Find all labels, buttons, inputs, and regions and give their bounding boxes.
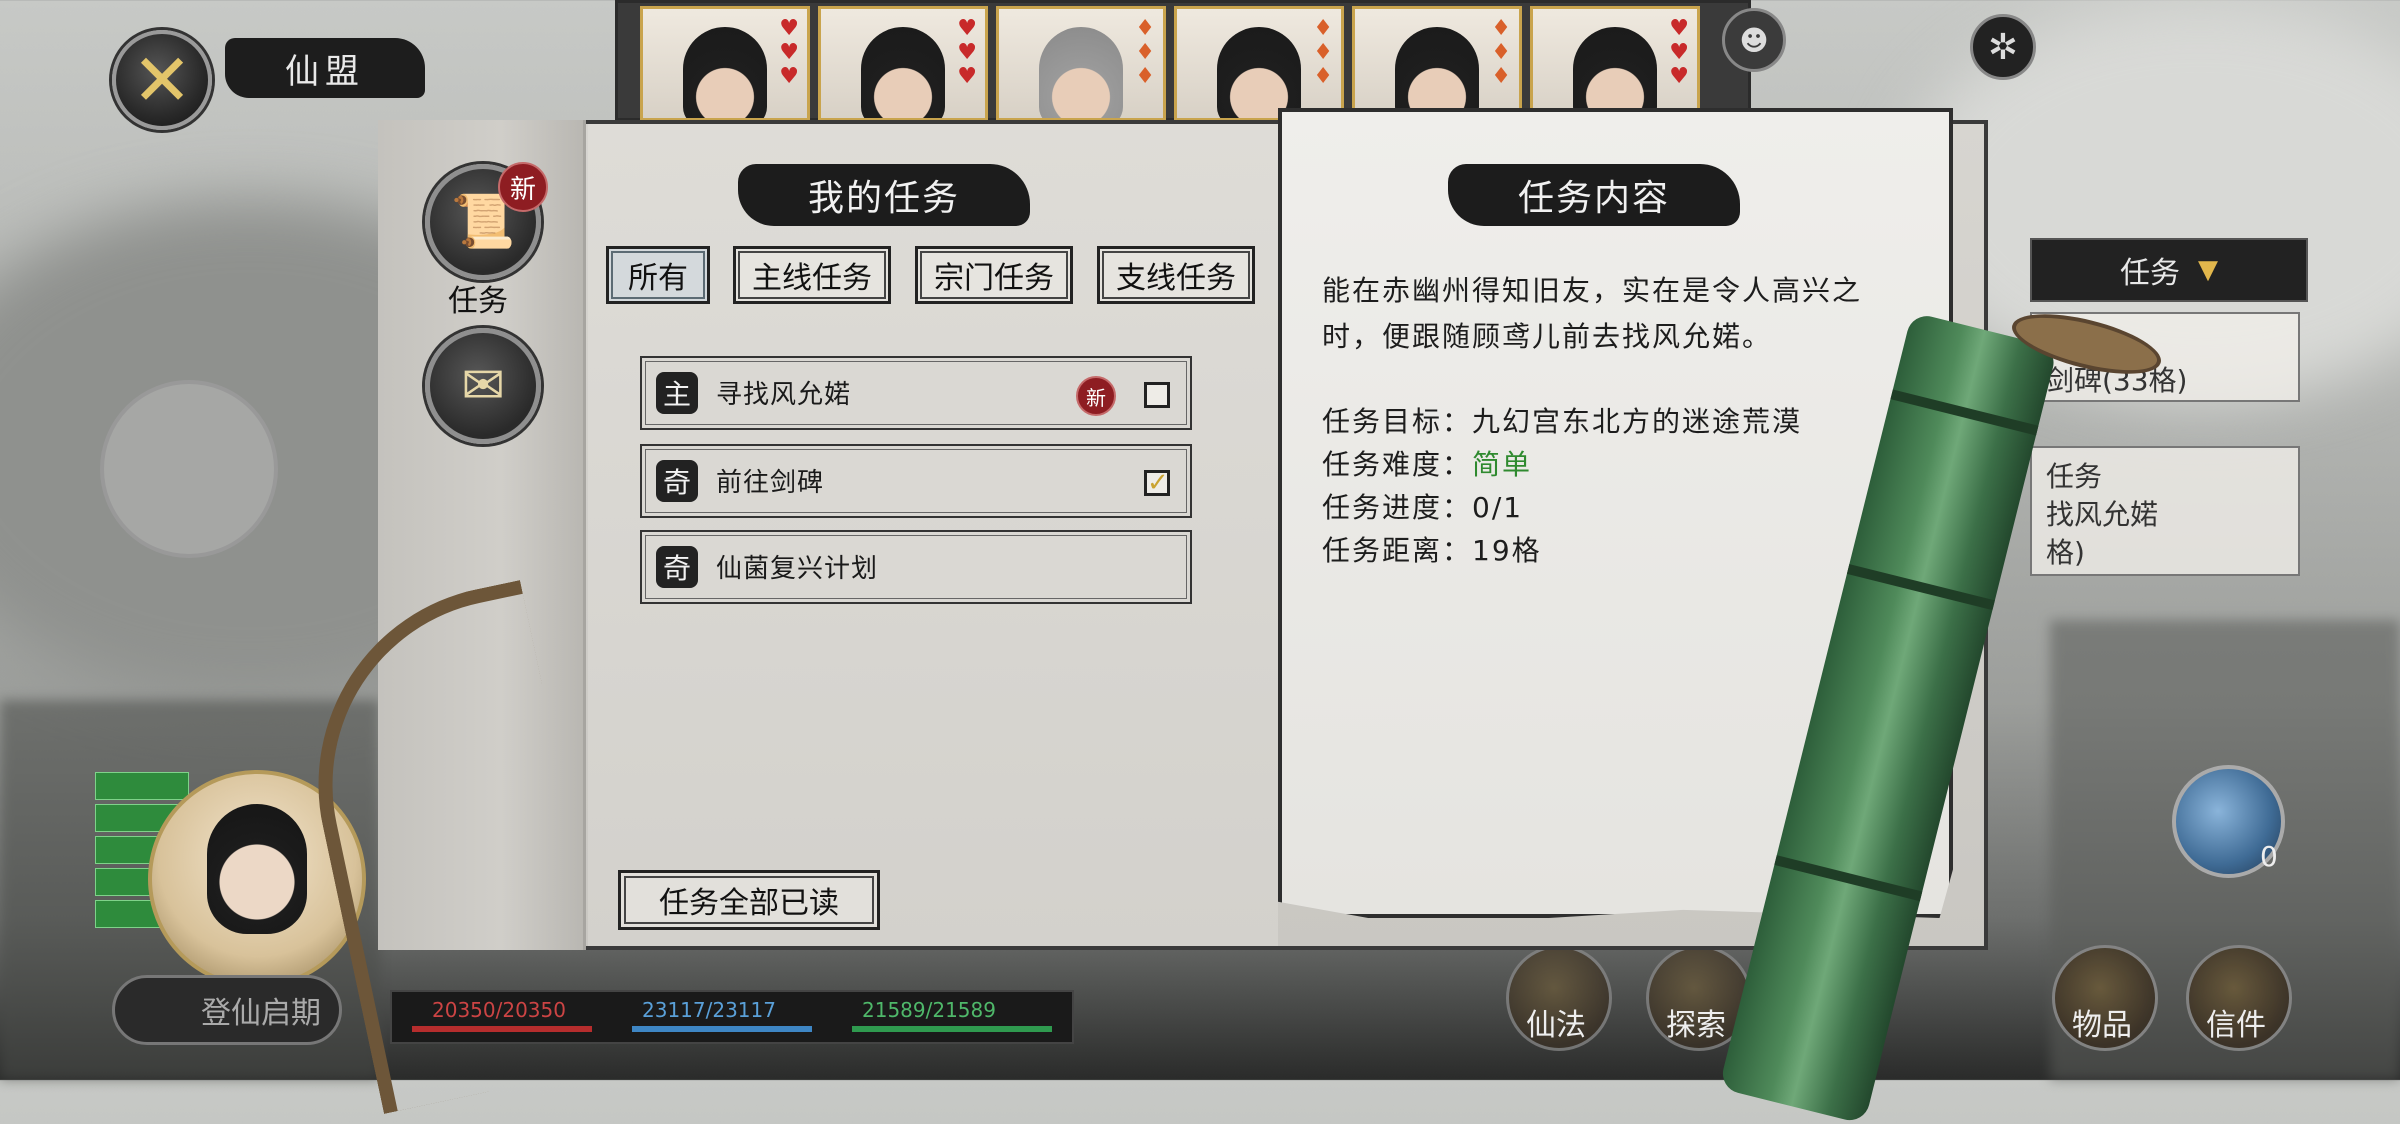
bamboo-node bbox=[1846, 564, 1995, 611]
quest-distance-row: 任务距离：19格 bbox=[1322, 529, 1542, 569]
track-checkbox[interactable]: ✓ bbox=[1144, 470, 1170, 496]
sp-bar bbox=[852, 1026, 1052, 1032]
quest-detail-title: 任务内容 bbox=[1448, 164, 1740, 226]
player-name-label: 登仙启期 bbox=[112, 975, 342, 1045]
quest-name: 寻找风允婼 bbox=[716, 380, 852, 410]
party-member-portrait[interactable]: ♦ ♦ ♦ bbox=[1352, 6, 1522, 121]
party-member-portrait[interactable]: ♥ ♥ ♥ bbox=[640, 6, 810, 121]
detail-label: 任务距离： bbox=[1322, 534, 1473, 567]
quest-tab-label: 任务 bbox=[448, 284, 508, 319]
quest-name: 前往剑碑 bbox=[716, 468, 825, 498]
chevron-down-icon: ▼ bbox=[2198, 255, 2218, 285]
flame-icon: ♦ ♦ ♦ bbox=[1313, 16, 1333, 89]
filter-tab-main[interactable]: 主线任务 bbox=[733, 246, 891, 304]
yinyang-count: 0 bbox=[2260, 840, 2278, 873]
quest-difficulty-row: 任务难度：简单 bbox=[1322, 443, 1532, 483]
quest-type-icon: 奇 bbox=[656, 460, 698, 502]
filter-tab-sect[interactable]: 宗门任务 bbox=[915, 246, 1073, 304]
heart-icon: ♥ ♥ ♥ bbox=[957, 16, 977, 89]
party-member-portrait[interactable]: ♦ ♦ ♦ bbox=[1174, 6, 1344, 121]
bamboo-node bbox=[1890, 389, 2039, 436]
detail-label: 任务进度： bbox=[1322, 491, 1473, 524]
tracker-line: 任务 bbox=[2046, 460, 2103, 493]
task-tracker-dropdown[interactable]: 任务 ▼ bbox=[2030, 238, 2308, 302]
character-face bbox=[861, 27, 945, 118]
team-icon[interactable]: ☻ bbox=[1722, 8, 1786, 72]
task-tracker-entry[interactable]: 任务 找风允婼 格) bbox=[2030, 446, 2300, 576]
quest-list-title: 我的任务 bbox=[738, 164, 1030, 226]
detail-value: 0/1 bbox=[1472, 491, 1524, 524]
character-face bbox=[1395, 27, 1479, 118]
button-label: 信件 bbox=[2206, 1008, 2266, 1043]
letter-icon: ✉ bbox=[461, 356, 505, 416]
quest-row[interactable]: 奇 前往剑碑 ✓ bbox=[640, 444, 1192, 518]
quest-progress-row: 任务进度：0/1 bbox=[1322, 486, 1523, 526]
button-label: 仙法 bbox=[1526, 1008, 1586, 1043]
quest-name: 仙菌复兴计划 bbox=[716, 554, 879, 584]
close-icon: ✕ bbox=[131, 38, 193, 122]
close-button[interactable]: ✕ bbox=[112, 30, 212, 130]
character-face bbox=[683, 27, 767, 118]
party-member-portrait[interactable]: ♦ ♦ ♦ bbox=[996, 6, 1166, 121]
character-face bbox=[1573, 27, 1657, 118]
detail-value: 九幻宫东北方的迷途荒漠 bbox=[1472, 405, 1803, 438]
minimap-compass[interactable] bbox=[100, 380, 278, 558]
checkmark-icon: ✓ bbox=[1147, 468, 1169, 498]
settings-gear-icon[interactable]: ✲ bbox=[1970, 14, 2036, 80]
quest-row[interactable]: 主 寻找风允婼 新 bbox=[640, 356, 1192, 430]
filter-tab-all[interactable]: 所有 bbox=[606, 246, 710, 304]
new-badge: 新 bbox=[498, 162, 548, 212]
heart-icon: ♥ ♥ ♥ bbox=[1669, 16, 1689, 89]
character-face bbox=[1039, 27, 1123, 118]
heart-icon: ♥ ♥ ♥ bbox=[779, 16, 799, 89]
flame-icon: ♦ ♦ ♦ bbox=[1491, 16, 1511, 89]
character-face bbox=[1217, 27, 1301, 118]
filter-tab-side[interactable]: 支线任务 bbox=[1097, 246, 1255, 304]
bamboo-node bbox=[1774, 855, 1923, 902]
flame-icon: ♦ ♦ ♦ bbox=[1135, 16, 1155, 89]
detail-label: 任务难度： bbox=[1322, 448, 1473, 481]
quest-type-icon: 主 bbox=[656, 372, 698, 414]
sp-text: 21589/21589 bbox=[862, 998, 996, 1022]
buff-tag[interactable] bbox=[95, 772, 189, 800]
quest-row[interactable]: 奇 仙菌复兴计划 bbox=[640, 530, 1192, 604]
track-checkbox[interactable] bbox=[1144, 382, 1170, 408]
party-member-portrait[interactable]: ♥ ♥ ♥ bbox=[818, 6, 988, 121]
new-badge: 新 bbox=[1076, 376, 1116, 416]
task-dropdown-label: 任务 bbox=[2120, 256, 2180, 291]
quest-description: 能在赤幽州得知旧友，实在是令人高兴之时，便跟随顾鸢儿前去找风允婼。 bbox=[1322, 274, 1863, 353]
button-label: 物品 bbox=[2072, 1008, 2132, 1043]
detail-value: 19格 bbox=[1472, 534, 1542, 567]
letter-tab-button[interactable]: ✉ bbox=[425, 328, 541, 444]
mp-bar bbox=[632, 1026, 812, 1032]
detail-value: 简单 bbox=[1472, 448, 1533, 481]
party-member-portrait[interactable]: ♥ ♥ ♥ bbox=[1530, 6, 1700, 121]
character-face bbox=[207, 804, 307, 934]
detail-label: 任务目标： bbox=[1322, 405, 1473, 438]
mark-all-read-button[interactable]: 任务全部已读 bbox=[618, 870, 880, 930]
tracker-line: 格) bbox=[2046, 536, 2085, 569]
quest-objective-row: 任务目标：九幻宫东北方的迷途荒漠 bbox=[1322, 400, 1802, 440]
tracker-line: 找风允婼 bbox=[2046, 498, 2159, 531]
area-name-label: 仙盟 bbox=[225, 38, 425, 98]
quest-type-icon: 奇 bbox=[656, 546, 698, 588]
mp-text: 23117/23117 bbox=[642, 998, 776, 1022]
